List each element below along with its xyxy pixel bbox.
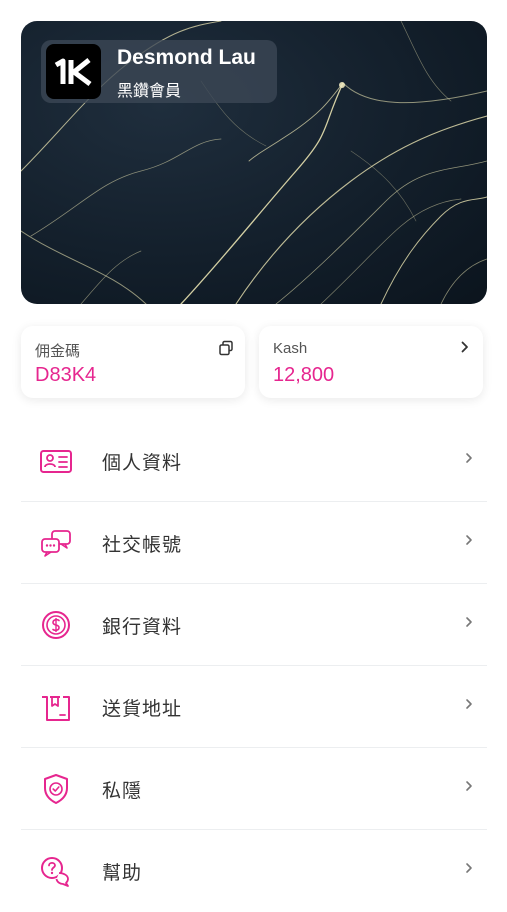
- kash-card[interactable]: Kash 12,800: [259, 326, 483, 398]
- shield-check-icon: [44, 774, 68, 804]
- menu-item-label: 銀行資料: [102, 617, 183, 638]
- commission-code-value: D83K4: [35, 364, 97, 386]
- menu-item-label: 私隱: [102, 781, 143, 802]
- member-name: Desmond Lau: [117, 46, 256, 69]
- member-info-box: Desmond Lau 黑鑽會員: [41, 40, 277, 103]
- member-tier: 黑鑽會員: [117, 83, 182, 100]
- menu-item-social-accounts[interactable]: 社交帳號: [21, 502, 487, 584]
- chevron-right-icon: [466, 699, 472, 709]
- member-card: Desmond Lau 黑鑽會員: [21, 21, 487, 304]
- chat-bubbles-icon: [41, 530, 71, 557]
- brand-logo: [46, 44, 101, 99]
- help-chat-icon: [41, 857, 69, 887]
- kash-value: 12,800: [273, 364, 335, 386]
- chevron-right-icon: [466, 617, 472, 627]
- copy-icon[interactable]: [218, 340, 234, 356]
- menu-item-label: 幫助: [102, 863, 143, 884]
- menu-item-label: 送貨地址: [102, 699, 183, 720]
- kash-label: Kash: [273, 340, 308, 357]
- dollar-coin-icon: [42, 611, 70, 639]
- menu-item-label: 個人資料: [102, 453, 183, 474]
- menu-item-label: 社交帳號: [102, 535, 183, 556]
- commission-code-label: 佣金碼: [35, 343, 81, 360]
- menu-item-privacy[interactable]: 私隱: [21, 748, 487, 830]
- chevron-right-icon: [461, 341, 468, 353]
- menu-item-personal-info[interactable]: 個人資料: [21, 420, 487, 502]
- chevron-right-icon: [466, 535, 472, 545]
- package-icon: [42, 696, 70, 721]
- chevron-right-icon: [466, 863, 472, 873]
- chevron-right-icon: [466, 781, 472, 791]
- brand-logo-1k-mark: [54, 57, 91, 86]
- menu-item-delivery-address[interactable]: 送貨地址: [21, 666, 487, 748]
- chevron-right-icon: [466, 453, 472, 463]
- commission-code-card: 佣金碼 D83K4: [21, 326, 245, 398]
- id-card-icon: [40, 450, 72, 473]
- menu-item-bank-details[interactable]: 銀行資料: [21, 584, 487, 666]
